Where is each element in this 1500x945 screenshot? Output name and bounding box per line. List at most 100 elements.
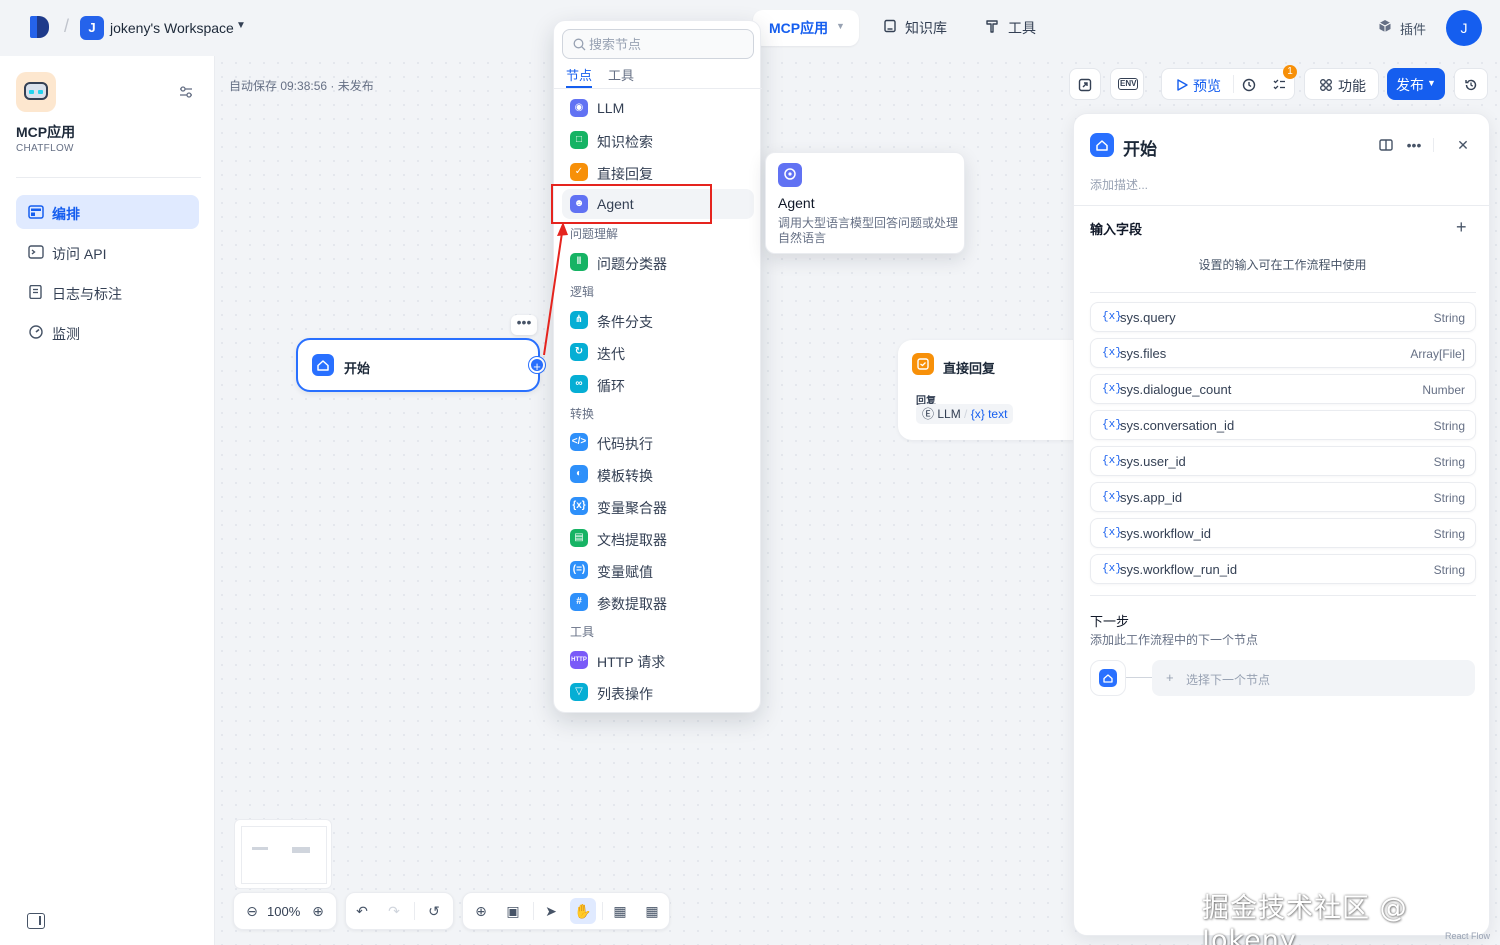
picker-item-param-extractor[interactable]: # 参数提取器	[562, 587, 754, 617]
sliders-icon[interactable]	[178, 84, 194, 100]
picker-item-list-op[interactable]: ▽ 列表操作	[562, 677, 754, 707]
history-run-icon[interactable]	[1242, 78, 1256, 92]
picker-item-label: 迭代	[597, 346, 625, 362]
filter-icon: ▽	[570, 683, 588, 701]
publish-button[interactable]: 发布 ▼	[1387, 68, 1445, 100]
picker-item-code[interactable]: </> 代码执行	[562, 427, 754, 457]
plus-icon: +	[1166, 670, 1174, 685]
picker-item-loop[interactable]: ∞ 循环	[562, 369, 754, 399]
divider	[1090, 595, 1476, 596]
tab-nodes[interactable]: 节点	[566, 65, 592, 84]
picker-item-knowledge[interactable]: □ 知识检索	[562, 125, 754, 155]
section-title: 输入字段	[1090, 222, 1143, 237]
split-view-icon[interactable]	[1378, 137, 1394, 153]
code-icon: </>	[570, 433, 588, 451]
pointer-icon[interactable]: ➤	[541, 901, 561, 921]
search-input[interactable]	[589, 35, 749, 53]
minimap[interactable]	[234, 819, 332, 889]
sidebar-item-api[interactable]: 访问 API	[16, 235, 199, 269]
variable-chip: Ⓔ LLM / {x} text	[916, 404, 1014, 424]
preview-button[interactable]: 预览	[1193, 76, 1221, 96]
organize-layout-icon[interactable]: ▦	[642, 901, 662, 921]
file-list-icon	[29, 285, 42, 299]
picker-item-classifier[interactable]: ‖ 问题分类器	[562, 247, 754, 277]
variable-type: String	[1433, 419, 1465, 433]
book-icon	[884, 19, 896, 33]
node-search[interactable]	[562, 29, 754, 59]
user-avatar[interactable]: J	[1446, 10, 1482, 46]
description-input[interactable]: 添加描述...	[1090, 176, 1148, 193]
export-image-icon[interactable]: ▦	[610, 901, 630, 921]
preview-toolbar-group: 预览	[1161, 68, 1295, 100]
nav-app-current[interactable]: MCP应用	[769, 18, 828, 38]
history-controls: ↶ ↷ ↺	[345, 892, 454, 930]
zoom-level[interactable]: 100%	[267, 904, 300, 919]
autosave-status: 自动保存 09:38:56 · 未发布	[229, 79, 374, 93]
checklist-icon[interactable]	[1272, 78, 1286, 92]
add-note-icon[interactable]: ▣	[503, 901, 523, 921]
reply-node[interactable]: 直接回复 回复 Ⓔ LLM / {x} text	[898, 340, 1074, 440]
picker-item-aggregator[interactable]: {x} 变量聚合器	[562, 491, 754, 521]
group-label: 转换	[570, 407, 595, 421]
system-variable-row: {x} sys.query String	[1090, 302, 1476, 332]
select-next-node-button[interactable]: + 选择下一个节点	[1152, 660, 1475, 696]
picker-item-http[interactable]: HTTP HTTP 请求	[562, 645, 754, 675]
workspace-avatar[interactable]: J	[80, 16, 104, 40]
variable-name: sys.app_id	[1120, 490, 1183, 505]
history-icon[interactable]: ↺	[424, 901, 444, 921]
picker-item-iteration[interactable]: ↻ 迭代	[562, 337, 754, 367]
variable-icon: {x}	[570, 497, 588, 515]
variable-type: String	[1433, 311, 1465, 325]
nav-tools[interactable]: 工具	[1008, 18, 1036, 38]
system-variable-row: {x} sys.conversation_id String	[1090, 410, 1476, 440]
workspace-name[interactable]: jokeny's Workspace	[110, 20, 234, 36]
close-icon[interactable]: ✕	[1455, 137, 1471, 153]
picker-item-llm[interactable]: ◉ LLM	[562, 93, 754, 123]
collapse-sidebar-icon[interactable]	[27, 913, 45, 929]
chevron-down-icon[interactable]: ▼	[836, 21, 845, 31]
picker-item-label: 直接回复	[597, 166, 653, 182]
picker-item-if-else[interactable]: ⋔ 条件分支	[562, 305, 754, 335]
variable-icon: {x}	[1102, 455, 1122, 467]
redo-icon[interactable]: ↷	[384, 901, 404, 921]
tab-tools[interactable]: 工具	[608, 65, 634, 84]
undo-icon[interactable]: ↶	[352, 901, 372, 921]
env-button[interactable]: ENV	[1110, 68, 1144, 100]
system-variable-row: {x} sys.user_id String	[1090, 446, 1476, 476]
picker-item-reply[interactable]: ✓ 直接回复	[562, 157, 754, 187]
variable-name: sys.user_id	[1120, 454, 1186, 469]
dify-logo-icon[interactable]	[30, 14, 52, 40]
more-icon[interactable]: •••	[1406, 137, 1422, 153]
nav-plugins[interactable]: 插件	[1400, 19, 1426, 38]
add-node-icon[interactable]: ⊕	[471, 901, 491, 921]
view-toggle-button[interactable]	[1069, 68, 1101, 100]
picker-item-label: 变量赋值	[597, 564, 653, 580]
node-more-button[interactable]: •••	[511, 315, 537, 335]
cube-icon	[1379, 20, 1391, 32]
sidebar-item-logs[interactable]: 日志与标注	[16, 275, 199, 309]
add-input-button[interactable]: +	[1456, 217, 1467, 238]
checklist-badge: 1	[1283, 65, 1297, 79]
picker-item-assigner[interactable]: (=) 变量赋值	[562, 555, 754, 585]
system-variable-row: {x} sys.dialogue_count Number	[1090, 374, 1476, 404]
system-variable-row: {x} sys.app_id String	[1090, 482, 1476, 512]
panel-title[interactable]: 开始	[1123, 135, 1157, 160]
features-button[interactable]: 功能	[1304, 68, 1379, 100]
picker-item-label: 变量聚合器	[597, 500, 667, 516]
picker-item-label: 文档提取器	[597, 532, 667, 548]
picker-item-doc-extractor[interactable]: ▤ 文档提取器	[562, 523, 754, 553]
zoom-out-icon[interactable]: ⊖	[242, 901, 262, 921]
divider	[1090, 292, 1476, 293]
divider	[1074, 205, 1491, 206]
version-history-button[interactable]	[1454, 68, 1488, 100]
zoom-in-icon[interactable]: ⊕	[308, 901, 328, 921]
minimap-viewport	[241, 826, 327, 884]
nav-knowledge[interactable]: 知识库	[905, 18, 947, 38]
sidebar-item-monitor[interactable]: 监测	[16, 315, 199, 349]
react-flow-attribution[interactable]: React Flow	[1445, 931, 1490, 941]
chevron-down-icon[interactable]: ▼	[236, 20, 246, 31]
sidebar-item-orchestrate[interactable]: 编排	[16, 195, 199, 229]
picker-item-template[interactable]: ◐ 模板转换	[562, 459, 754, 489]
start-node[interactable]: 开始	[296, 338, 540, 392]
hand-icon[interactable]: ✋	[570, 898, 596, 924]
